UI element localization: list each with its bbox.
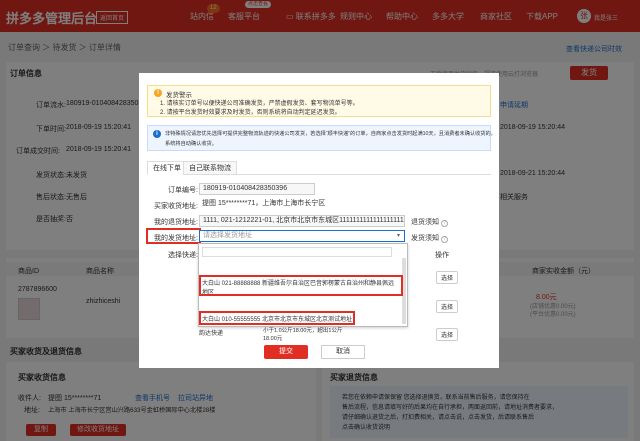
return-address-field[interactable]: 1111, 021-1212221-01, 北京市北京市东城区111111111… (199, 215, 405, 227)
help-icon: ? (441, 236, 448, 243)
dropdown-search-input[interactable] (202, 247, 392, 257)
option-1-highlight (199, 275, 403, 296)
warning-icon: ! (154, 89, 162, 97)
order-no-label: 订单编号: (168, 187, 198, 194)
ship-modal: ! 发货警示 1. 请核实订单号以便快递公司准确发货，严禁虚假发货、套写物流单号… (139, 73, 499, 368)
express-name: 韵达快递 (199, 331, 224, 337)
express-table-header: 操作 (435, 252, 449, 259)
buyer-address-label: 买家收货地址: (154, 203, 198, 210)
info-line-2: 系统将自动确认收货。 (165, 141, 217, 147)
tab-self-logistics[interactable]: 自己联系物流 (183, 161, 237, 175)
return-tip[interactable]: 退货须知? (411, 217, 448, 227)
ship-address-select[interactable]: 请选择发货地址 (199, 230, 405, 242)
warning-box: ! 发货警示 1. 请核实订单号以便快递公司准确发货，严禁虚假发货、套写物流单号… (147, 85, 491, 117)
return-tip-label: 退货须知 (411, 219, 439, 226)
select-express-button[interactable]: 选择 (436, 271, 459, 284)
option-2-highlight (199, 311, 355, 325)
chevron-down-icon[interactable]: ▾ (397, 232, 400, 239)
buyer-address-field: 提图 15********71，上海市上海市长宁区 (199, 199, 389, 211)
info-icon: i (153, 130, 161, 138)
tab-online-order[interactable]: 在线下单 (147, 161, 187, 175)
express-label: 选择快递: (168, 252, 198, 259)
return-address-label: 我的退货地址: (154, 219, 198, 226)
order-no-field: 180919-010408428350396 (199, 183, 315, 195)
ship-label-highlight (146, 228, 201, 244)
info-box: i 非特殊情况请您优先选择可提供完整物流轨迹的快递公司发货，若选择“顺丰快递”的… (147, 125, 496, 151)
select-express-button[interactable]: 选择 (436, 300, 459, 313)
warning-line-2: 2. 请按平台发货时效要求及时发货，否则系统将自动判定延迟发货。 (160, 110, 341, 116)
info-line-1: 非特殊情况请您优先选择可提供完整物流轨迹的快递公司发货，若选择“顺丰快递”的订单… (165, 131, 496, 137)
select-express-button[interactable]: 选择 (436, 328, 459, 341)
submit-button[interactable]: 提交 (264, 345, 308, 359)
express-price: 小于1.0公斤18.00元，超出1公斤18.00元 (263, 328, 343, 342)
ship-tip-label: 发货须知 (411, 235, 439, 242)
cancel-button[interactable]: 取消 (321, 345, 365, 359)
ship-tip[interactable]: 发货须知? (411, 233, 448, 243)
warning-line-1: 1. 请核实订单号以便快递公司准确发货，严禁虚假发货、套写物流单号等。 (160, 101, 359, 107)
help-icon: ? (441, 220, 448, 227)
